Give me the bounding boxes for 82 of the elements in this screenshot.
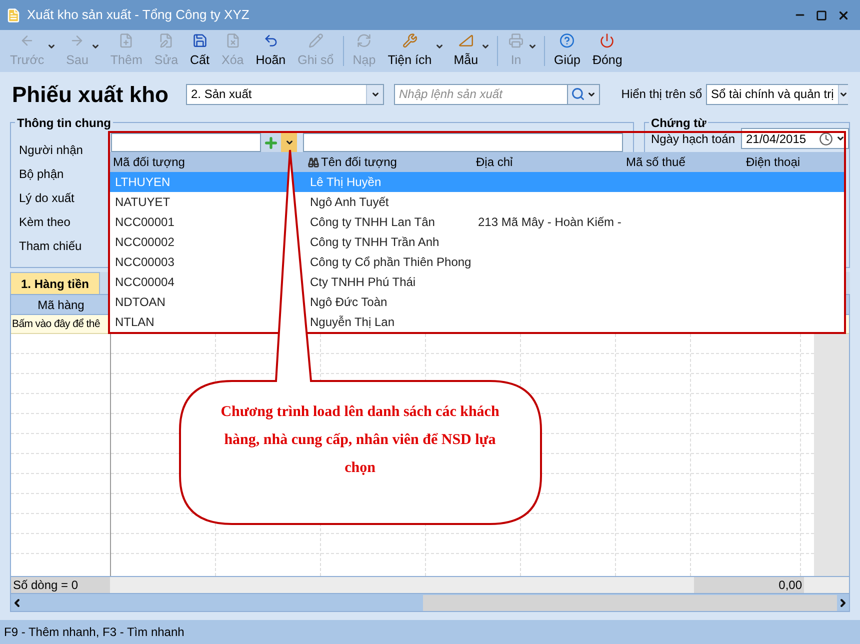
table-cell-text: Công ty TNHH Trần Anh <box>310 234 440 251</box>
recipient-code-field[interactable] <box>111 133 261 152</box>
table-cell-text: NDTOAN <box>114 294 166 311</box>
pencil-icon <box>306 33 325 48</box>
column-header[interactable]: Điện thoại <box>738 153 838 171</box>
dropdown-button[interactable] <box>366 84 383 104</box>
toolbar-button[interactable]: Giúp <box>548 30 586 70</box>
table-cell-text: Lê Thị Huyền <box>310 174 382 191</box>
caret-icon <box>284 138 294 147</box>
table-cell-text: NATUYET <box>114 194 172 211</box>
power-icon <box>598 33 616 48</box>
lookup-row[interactable]: NDTOAN Ngô Đức Toàn <box>110 292 844 312</box>
detail-tab[interactable]: 1. Hàng tiền <box>10 272 100 294</box>
caret-icon <box>370 90 380 98</box>
close-icon[interactable] <box>837 8 850 22</box>
printer-icon <box>507 33 526 48</box>
table-cell-text: NCC00002 <box>114 234 176 251</box>
refresh-icon <box>355 33 374 48</box>
table-cell-text: Nguyễn Thị Lan <box>310 314 396 331</box>
field-label: Tham chiếu <box>19 238 82 255</box>
table-cell-text: NCC00004 <box>114 274 176 291</box>
command-search-field[interactable]: Nhập lệnh sản xuất <box>394 84 568 104</box>
toolbar-button[interactable]: Đóng <box>586 30 628 70</box>
app-icon <box>6 8 21 22</box>
caret-icon[interactable] <box>481 42 490 51</box>
lookup-row[interactable]: NCC00003 Công ty Cổ phần Thiên Phong <box>110 252 844 272</box>
dropdown-button[interactable] <box>838 84 848 104</box>
column-header[interactable]: Tên đối tượng <box>308 153 468 171</box>
lookup-row[interactable]: NCC00002 Công ty TNHH Trần Anh <box>110 232 844 252</box>
wrench-icon <box>400 33 419 48</box>
lookup-row[interactable]: NCC00004 Cty TNHH Phú Thái <box>110 272 844 292</box>
caret-icon[interactable] <box>836 134 845 143</box>
callout-text: Chương trình load lên danh sách các khách hàng, nhà cung cấp, nhân viên để NSD lựa chọn <box>220 403 500 478</box>
window-title: Xuất kho sản xuất - Tổng Công ty XYZ <box>27 6 250 24</box>
table-cell-text: 213 Mã Mây - Hoàn Kiếm - <box>477 214 622 231</box>
column-header[interactable]: Mã số thuế <box>618 153 738 171</box>
search-icon[interactable] <box>571 87 585 101</box>
lookup-row[interactable]: NCC00001 Công ty TNHH Lan Tân 213 Mã Mây - Hoàn Kiếm - <box>110 212 844 232</box>
toolbar-button[interactable]: Tiện ích <box>382 30 438 70</box>
ledger-label: Hiển thị trên sổ <box>621 86 702 103</box>
maximize-icon[interactable] <box>816 10 827 20</box>
caret-icon <box>838 90 848 98</box>
table-cell-text: Công ty Cổ phần Thiên Phong <box>310 254 468 271</box>
dropdown-button[interactable] <box>281 133 297 152</box>
table-cell-text: NCC00001 <box>114 214 176 231</box>
horizontal-scrollbar[interactable] <box>11 593 849 611</box>
table-cell-text: Ngô Đức Toàn <box>310 294 388 311</box>
toolbar-button[interactable]: Hoãn <box>250 30 292 70</box>
total-value: 0,00 <box>694 577 804 593</box>
column-header[interactable]: Mã hàng <box>11 295 111 314</box>
field-label: Ngày hạch toán <box>650 130 735 148</box>
table-cell-text: LTHUYEN <box>114 174 172 191</box>
caret-icon[interactable] <box>434 42 444 51</box>
binoculars-icon <box>308 156 319 168</box>
toolbar-button[interactable]: Mẫu <box>448 30 484 70</box>
table-cell-text: NCC00003 <box>114 254 176 271</box>
lookup-row[interactable]: NTLAN Nguyễn Thị Lan <box>110 312 844 332</box>
field-label: Kèm theo <box>19 214 70 231</box>
table-cell-text: NTLAN <box>114 314 156 331</box>
form-title: Phiếu xuất kho <box>12 80 170 108</box>
lookup-row[interactable]: NATUYET Ngô Anh Tuyết <box>110 192 844 212</box>
table-cell-text: Cty TNHH Phú Thái <box>310 274 417 291</box>
column-header[interactable]: Địa chỉ <box>468 153 618 171</box>
clock-icon[interactable] <box>819 132 833 146</box>
ruler-triangle-icon <box>456 33 475 48</box>
plus-icon <box>263 134 279 150</box>
column-header[interactable]: Mã đối tượng <box>110 153 260 171</box>
caret-icon[interactable] <box>587 90 596 98</box>
recipient-name-field[interactable] <box>303 133 623 152</box>
ledger-select[interactable]: Sổ tài chính và quản trị <box>706 84 848 104</box>
field-label: Lý do xuất <box>19 190 74 207</box>
toolbar-button[interactable]: Cất <box>184 30 216 70</box>
new-row-hint[interactable]: Bấm vào đây để thê <box>11 315 101 333</box>
search-button[interactable] <box>568 84 600 104</box>
field-label: Bộ phận <box>19 166 64 183</box>
field-label: Người nhận <box>19 142 83 159</box>
help-icon <box>558 33 576 48</box>
row-count: Số dòng = 0 <box>11 577 110 593</box>
status-text: F9 - Thêm nhanh, F3 - Tìm nhanh <box>4 624 184 641</box>
table-cell-text: Công ty TNHH Lan Tân <box>310 214 436 231</box>
table-cell-text: Ngô Anh Tuyết <box>310 194 390 211</box>
type-select[interactable]: 2. Sản xuất <box>186 84 384 104</box>
